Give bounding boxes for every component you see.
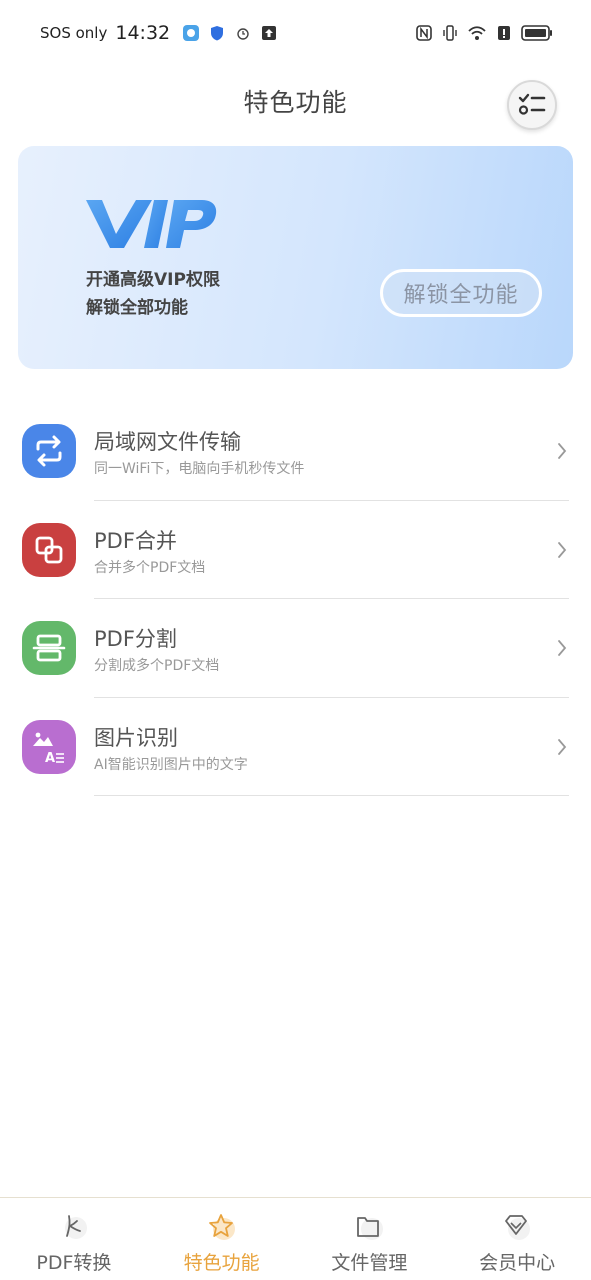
star-icon (207, 1212, 237, 1242)
task-list-button[interactable] (507, 80, 557, 130)
alert-icon (498, 26, 510, 40)
transfer-icon (22, 424, 76, 478)
unlock-button[interactable]: 解锁全功能 (380, 269, 542, 317)
carrier-label: SOS only (40, 24, 108, 42)
chevron-right-icon (558, 738, 567, 755)
divider (94, 795, 569, 796)
nav-item-pdf-convert[interactable]: PDF转换 (0, 1198, 148, 1280)
feature-desc: AI智能识别图片中的文字 (94, 756, 248, 773)
nfc-icon (416, 25, 432, 41)
nav-label: PDF转换 (36, 1252, 112, 1274)
vip-line-2: 解锁全部功能 (86, 298, 188, 318)
feature-list: 局域网文件传输 同一WiFi下，电脑向手机秒传文件 PDF合并 合并多个PDF文… (0, 402, 591, 796)
feature-desc: 同一WiFi下，电脑向手机秒传文件 (94, 461, 305, 477)
battery-icon (521, 25, 552, 41)
nav-label: 会员中心 (479, 1252, 556, 1274)
image-ocr-icon: A (22, 719, 76, 774)
vip-line-1: 开通高级VIP权限 (86, 270, 220, 290)
nav-label: 特色功能 (183, 1252, 260, 1274)
feature-item-image-ocr[interactable]: A 图片识别 AI智能识别图片中的文字 (0, 698, 591, 796)
feature-name: PDF分割 (94, 627, 177, 651)
folder-icon (354, 1212, 384, 1242)
upload-icon (262, 26, 277, 40)
header: 特色功能 (0, 66, 591, 136)
feature-name: PDF合并 (94, 528, 177, 553)
feature-desc: 分割成多个PDF文档 (94, 658, 220, 674)
vip-logo (86, 200, 217, 248)
nav-item-features[interactable]: 特色功能 (148, 1198, 296, 1280)
svg-text:A: A (45, 751, 55, 765)
status-bar: SOS only 14:32 (0, 0, 591, 66)
merge-icon (22, 522, 76, 577)
wifi-icon (468, 26, 486, 40)
nav-item-file-manager[interactable]: 文件管理 (296, 1198, 444, 1280)
vibrate-icon (443, 25, 457, 41)
vip-banner[interactable]: 开通高级VIP权限 解锁全部功能 解锁全功能 (18, 146, 573, 369)
pdf-convert-icon (59, 1212, 89, 1242)
page-title: 特色功能 (243, 88, 348, 117)
split-icon (22, 621, 76, 675)
chevron-right-icon (558, 443, 567, 459)
feature-name: 图片识别 (94, 725, 178, 750)
alarm-icon (237, 28, 249, 40)
chevron-right-icon (558, 541, 567, 558)
nav-item-membership[interactable]: 会员中心 (443, 1198, 591, 1280)
feature-item-lan-transfer[interactable]: 局域网文件传输 同一WiFi下，电脑向手机秒传文件 (0, 402, 591, 501)
nav-label: 文件管理 (331, 1252, 408, 1274)
diamond-icon (502, 1212, 532, 1242)
chevron-right-icon (558, 640, 567, 656)
feature-name: 局域网文件传输 (94, 430, 241, 454)
feature-item-pdf-split[interactable]: PDF分割 分割成多个PDF文档 (0, 599, 591, 698)
feature-desc: 合并多个PDF文档 (94, 559, 206, 576)
bottom-nav: PDF转换 特色功能 文件管理 会员中心 (0, 1197, 591, 1280)
app-notification-icon (183, 25, 200, 41)
shield-icon (211, 26, 224, 41)
feature-item-pdf-merge[interactable]: PDF合并 合并多个PDF文档 (0, 501, 591, 599)
checklist-icon (518, 93, 546, 115)
clock: 14:32 (115, 22, 171, 44)
